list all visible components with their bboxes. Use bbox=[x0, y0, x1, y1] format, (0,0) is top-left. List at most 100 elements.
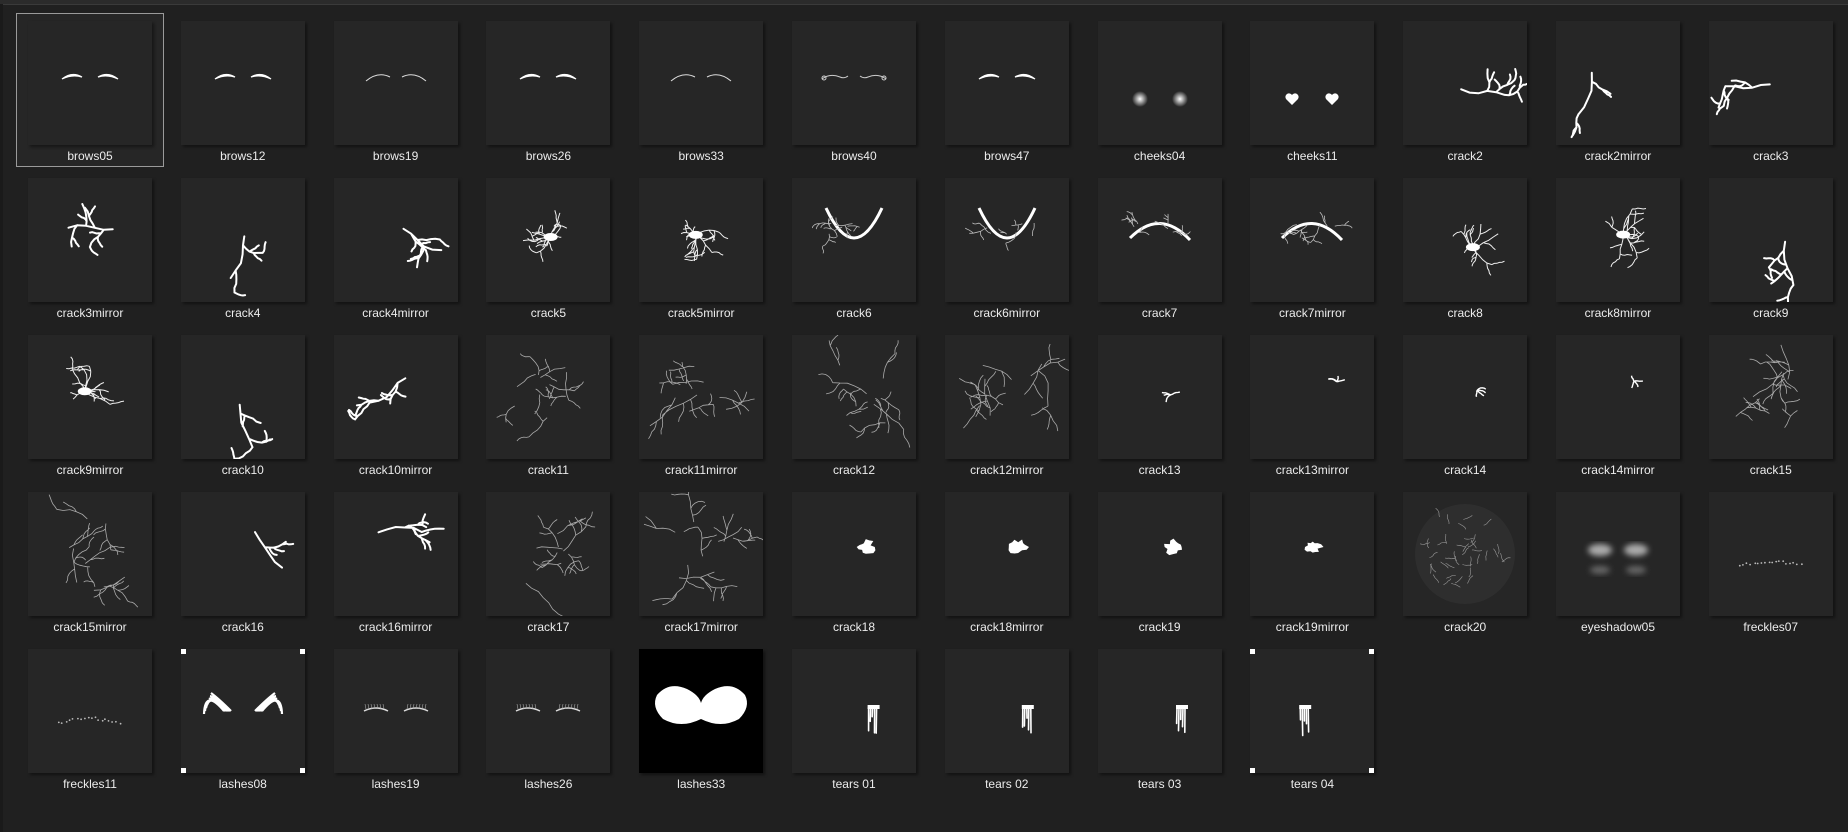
thumbnail-label: freckles11 bbox=[63, 777, 117, 791]
thumbnail-label: crack19 bbox=[1138, 620, 1181, 634]
thumbnail-item-brows47[interactable]: brows47 bbox=[933, 13, 1081, 167]
thumbnail-label: crack6mirror bbox=[973, 306, 1041, 320]
thumbnail-label: lashes26 bbox=[524, 777, 573, 791]
thumbnail-item-brows19[interactable]: brows19 bbox=[322, 13, 470, 167]
thumbnail-item-cheeks11[interactable]: cheeks11 bbox=[1238, 13, 1386, 167]
thumbnail-image bbox=[1403, 335, 1528, 459]
thumbnail-item-crack7[interactable]: crack7 bbox=[1086, 170, 1234, 324]
thumbnail-item-crack16[interactable]: crack16 bbox=[169, 484, 317, 638]
thumbnail-item-crack5mirror[interactable]: crack5mirror bbox=[627, 170, 775, 324]
thumbnail-image bbox=[944, 21, 1069, 145]
thumbnail-item-lashes19[interactable]: lashes19 bbox=[322, 641, 470, 795]
thumbnail-item-crack19[interactable]: crack19 bbox=[1086, 484, 1234, 638]
thumbnail-image bbox=[1555, 492, 1680, 616]
thumbnail-image bbox=[1403, 492, 1528, 616]
thumbnail-item-brows05[interactable]: brows05 bbox=[16, 13, 164, 167]
thumbnail-item-crack17mirror[interactable]: crack17mirror bbox=[627, 484, 775, 638]
thumbnail-label: crack6 bbox=[836, 306, 872, 320]
thumbnail-label: crack16 bbox=[221, 620, 264, 634]
thumbnail-image bbox=[639, 649, 764, 773]
thumbnail-image bbox=[28, 178, 152, 302]
thumbnail-item-crack3[interactable]: crack3 bbox=[1697, 13, 1845, 167]
thumbnail-item-lashes26[interactable]: lashes26 bbox=[474, 641, 622, 795]
thumbnail-item-crack13[interactable]: crack13 bbox=[1086, 327, 1234, 481]
thumbnail-item-crack2mirror[interactable]: crack2mirror bbox=[1544, 13, 1692, 167]
thumbnail-image bbox=[1555, 178, 1680, 302]
thumbnail-item-tears-04[interactable]: tears 04 bbox=[1238, 641, 1386, 795]
thumbnail-image bbox=[333, 649, 458, 773]
thumbnail-item-crack11mirror[interactable]: crack11mirror bbox=[627, 327, 775, 481]
thumbnail-item-crack9mirror[interactable]: crack9mirror bbox=[16, 327, 164, 481]
thumbnail-item-tears-03[interactable]: tears 03 bbox=[1086, 641, 1234, 795]
thumbnail-label: tears 02 bbox=[985, 777, 1029, 791]
thumbnail-item-crack8[interactable]: crack8 bbox=[1391, 170, 1539, 324]
thumbnail-item-freckles11[interactable]: freckles11 bbox=[16, 641, 164, 795]
thumbnail-label: crack11mirror bbox=[664, 463, 738, 477]
thumbnail-image bbox=[28, 649, 152, 773]
thumbnail-image bbox=[486, 492, 611, 616]
thumbnail-item-lashes33[interactable]: lashes33 bbox=[627, 641, 775, 795]
thumbnail-item-crack5[interactable]: crack5 bbox=[474, 170, 622, 324]
thumbnail-item-crack4[interactable]: crack4 bbox=[169, 170, 317, 324]
thumbnail-image bbox=[944, 649, 1069, 773]
thumbnail-label: brows12 bbox=[220, 149, 266, 163]
thumbnail-item-crack12mirror[interactable]: crack12mirror bbox=[933, 327, 1081, 481]
thumbnail-item-crack10mirror[interactable]: crack10mirror bbox=[322, 327, 470, 481]
thumbnail-item-crack3mirror[interactable]: crack3mirror bbox=[16, 170, 164, 324]
thumbnail-label: crack14 bbox=[1444, 463, 1487, 477]
thumbnail-image bbox=[1097, 178, 1222, 302]
thumbnail-item-cheeks04[interactable]: cheeks04 bbox=[1086, 13, 1234, 167]
thumbnail-label: crack8 bbox=[1447, 306, 1483, 320]
thumbnail-item-crack13mirror[interactable]: crack13mirror bbox=[1238, 327, 1386, 481]
thumbnail-item-crack4mirror[interactable]: crack4mirror bbox=[322, 170, 470, 324]
thumbnail-item-brows26[interactable]: brows26 bbox=[474, 13, 622, 167]
thumbnail-item-crack18[interactable]: crack18 bbox=[780, 484, 928, 638]
thumbnail-item-crack17[interactable]: crack17 bbox=[474, 484, 622, 638]
thumbnail-label: crack14mirror bbox=[1581, 463, 1655, 477]
thumbnail-label: eyeshadow05 bbox=[1580, 620, 1655, 634]
thumbnail-image bbox=[639, 21, 764, 145]
thumbnail-item-crack10[interactable]: crack10 bbox=[169, 327, 317, 481]
thumbnail-item-crack12[interactable]: crack12 bbox=[780, 327, 928, 481]
selection-handle bbox=[180, 649, 186, 654]
thumbnail-item-tears-01[interactable]: tears 01 bbox=[780, 641, 928, 795]
thumbnail-item-brows12[interactable]: brows12 bbox=[169, 13, 317, 167]
thumbnail-item-crack19mirror[interactable]: crack19mirror bbox=[1238, 484, 1386, 638]
thumbnail-item-crack7mirror[interactable]: crack7mirror bbox=[1238, 170, 1386, 324]
thumbnail-label: tears 03 bbox=[1137, 777, 1182, 791]
thumbnail-image bbox=[1708, 335, 1833, 459]
thumbnail-image bbox=[791, 21, 916, 145]
thumbnail-grid: brows05 brows12 brows19 brows26 brows33 … bbox=[16, 13, 1848, 798]
thumbnail-item-crack14[interactable]: crack14 bbox=[1391, 327, 1539, 481]
thumbnail-image bbox=[486, 649, 611, 773]
thumbnail-item-crack2[interactable]: crack2 bbox=[1391, 13, 1539, 167]
thumbnail-label: crack17mirror bbox=[664, 620, 738, 634]
thumbnail-item-lashes08[interactable]: lashes08 bbox=[169, 641, 317, 795]
thumbnail-item-crack9[interactable]: crack9 bbox=[1697, 170, 1845, 324]
thumbnail-label: crack15 bbox=[1749, 463, 1792, 477]
thumbnail-item-crack11[interactable]: crack11 bbox=[474, 327, 622, 481]
thumbnail-image bbox=[1097, 21, 1222, 145]
thumbnail-item-crack16mirror[interactable]: crack16mirror bbox=[322, 484, 470, 638]
thumbnail-item-tears-02[interactable]: tears 02 bbox=[933, 641, 1081, 795]
thumbnail-label: crack18mirror bbox=[970, 620, 1044, 634]
thumbnail-label: crack18 bbox=[832, 620, 875, 634]
thumbnail-item-crack15mirror[interactable]: crack15mirror bbox=[16, 484, 164, 638]
thumbnail-item-brows40[interactable]: brows40 bbox=[780, 13, 928, 167]
selection-handle bbox=[1369, 768, 1375, 773]
thumbnail-item-crack18mirror[interactable]: crack18mirror bbox=[933, 484, 1081, 638]
thumbnail-image bbox=[333, 492, 458, 616]
thumbnail-item-crack6mirror[interactable]: crack6mirror bbox=[933, 170, 1081, 324]
thumbnail-item-crack8mirror[interactable]: crack8mirror bbox=[1544, 170, 1692, 324]
thumbnail-item-brows33[interactable]: brows33 bbox=[627, 13, 775, 167]
thumbnail-image bbox=[944, 335, 1069, 459]
thumbnail-item-crack20[interactable]: crack20 bbox=[1391, 484, 1539, 638]
thumbnail-item-crack6[interactable]: crack6 bbox=[780, 170, 928, 324]
thumbnail-image bbox=[486, 21, 611, 145]
thumbnail-item-eyeshadow05[interactable]: eyeshadow05 bbox=[1544, 484, 1692, 638]
thumbnail-item-freckles07[interactable]: freckles07 bbox=[1697, 484, 1845, 638]
top-toolbar-edge bbox=[0, 0, 1848, 5]
thumbnail-label: crack8mirror bbox=[1584, 306, 1652, 320]
thumbnail-item-crack15[interactable]: crack15 bbox=[1697, 327, 1845, 481]
thumbnail-item-crack14mirror[interactable]: crack14mirror bbox=[1544, 327, 1692, 481]
